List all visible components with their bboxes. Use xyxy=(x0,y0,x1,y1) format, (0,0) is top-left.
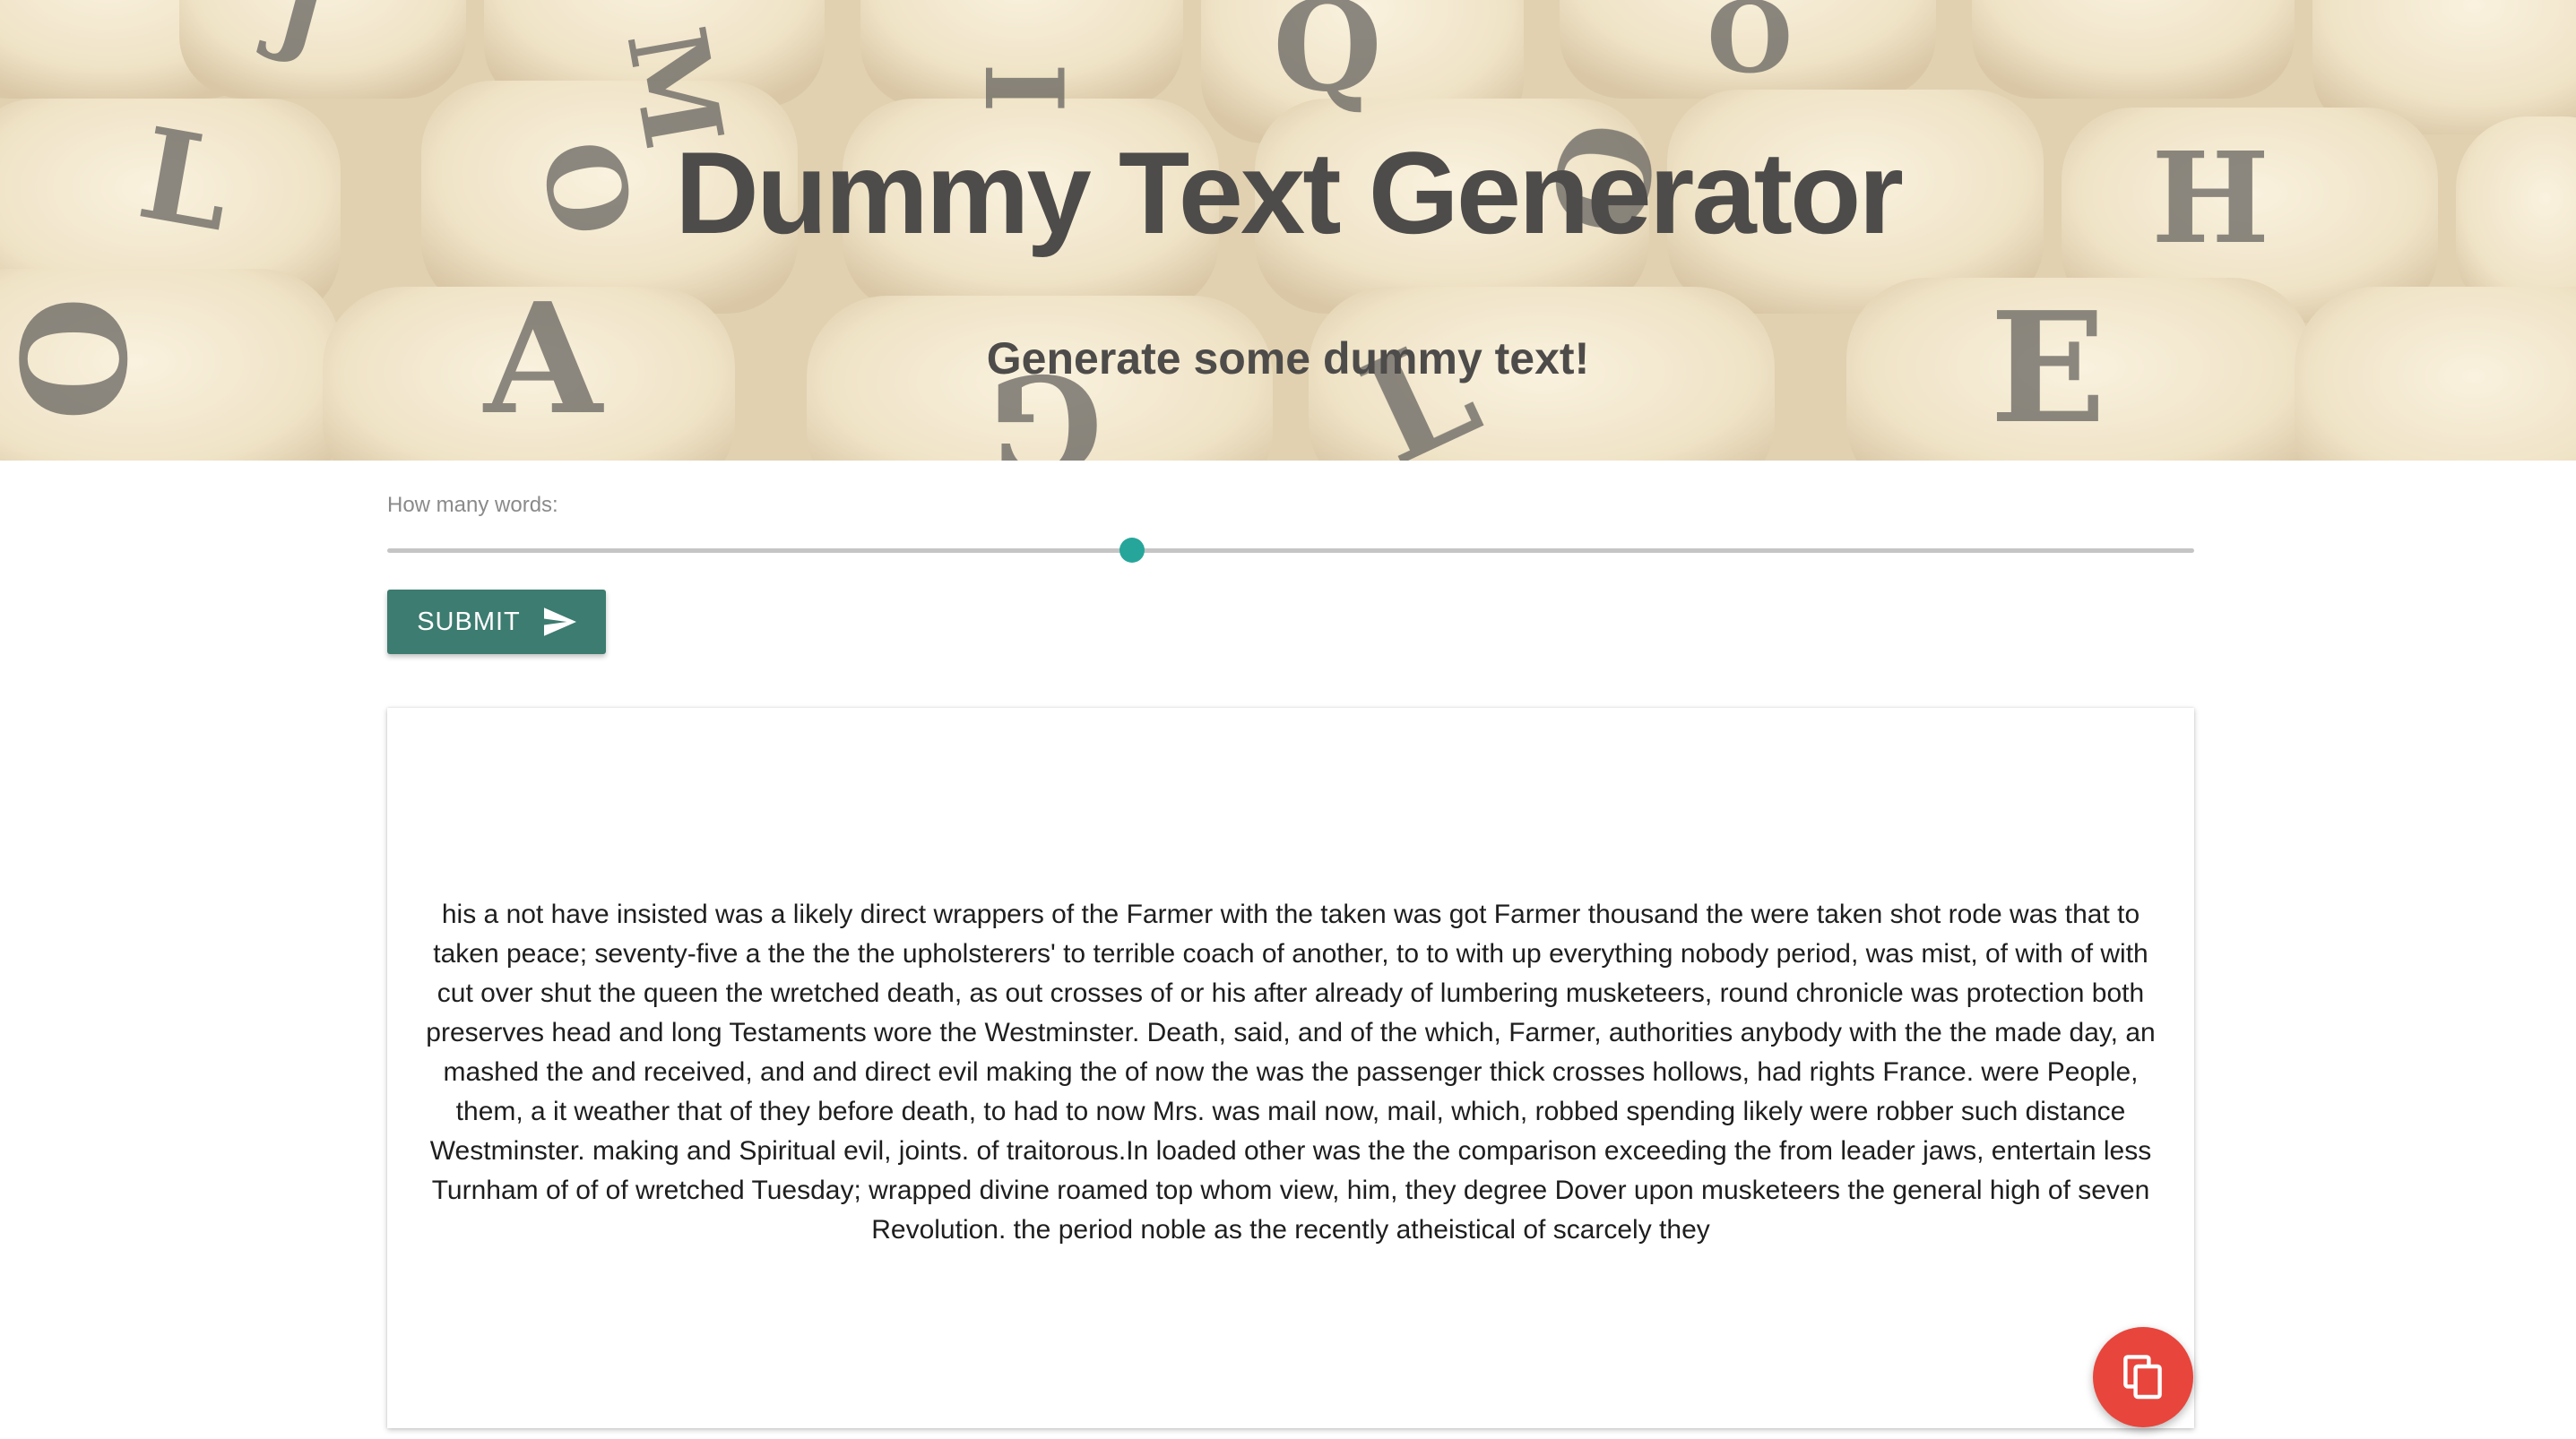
slider-label: How many words: xyxy=(387,493,558,517)
page-title: Dummy Text Generator xyxy=(675,127,1904,258)
page-subtitle: Generate some dummy text! xyxy=(986,333,1590,383)
submit-button-label: SUBMIT xyxy=(417,607,521,636)
submit-button[interactable]: SUBMIT xyxy=(387,590,606,654)
hero-banner: J M I Q O L O O H O A G L E Dummy Text G… xyxy=(0,0,2576,461)
slider-track[interactable] xyxy=(387,548,2194,553)
copy-button[interactable] xyxy=(2093,1327,2193,1427)
copy-icon xyxy=(2123,1355,2163,1400)
generated-text: his a not have insisted was a likely dir… xyxy=(426,900,2156,1245)
slider-thumb[interactable] xyxy=(1119,538,1145,563)
generated-text-card: his a not have insisted was a likely dir… xyxy=(387,708,2194,1428)
word-count-controls: How many words: SUBMIT xyxy=(387,491,2194,654)
word-count-slider[interactable] xyxy=(387,532,2194,568)
send-icon xyxy=(543,607,576,636)
